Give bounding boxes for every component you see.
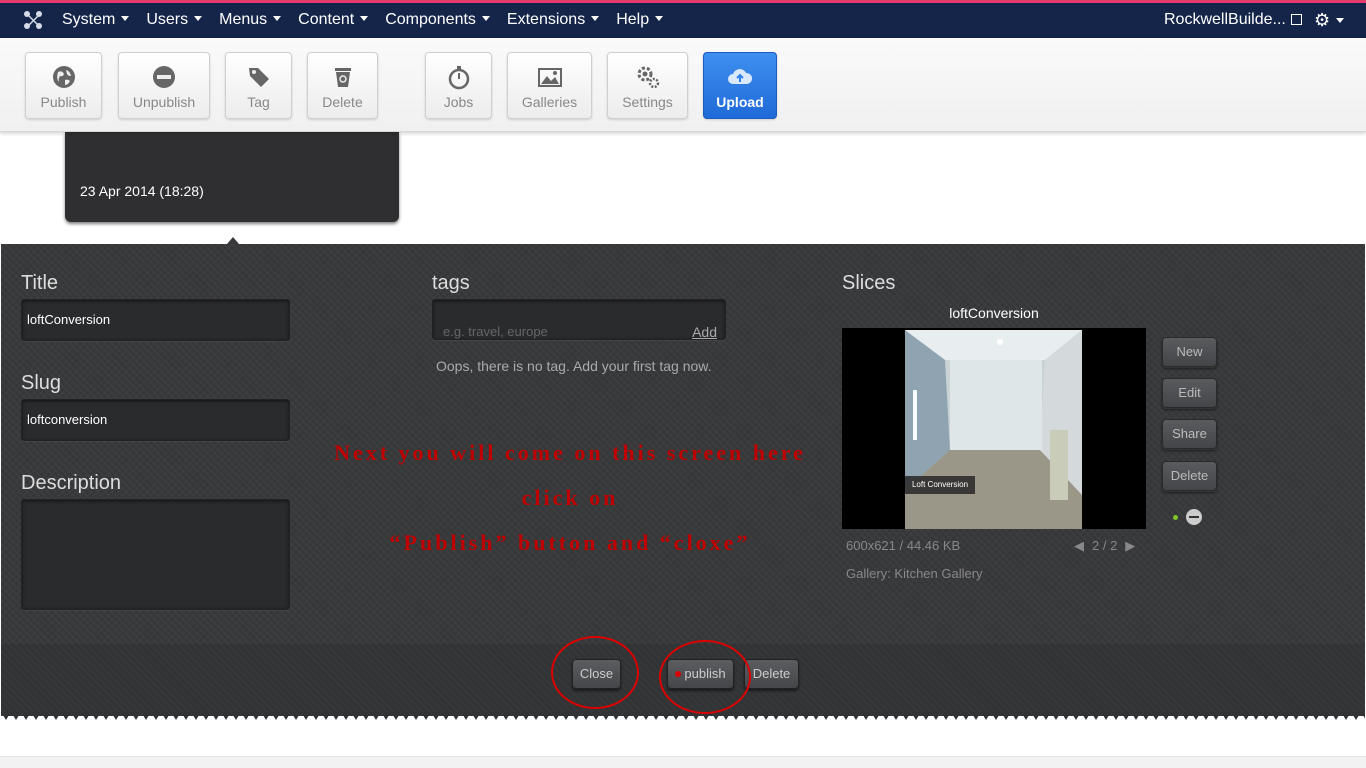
menu-help[interactable]: Help [616,11,664,29]
settings-button[interactable]: Settings [607,52,688,119]
menu-extensions[interactable]: Extensions [506,11,600,29]
title-input[interactable]: loftConversion [21,299,290,341]
external-link-icon [1290,14,1302,25]
bottom-strip [0,756,1366,768]
joomla-logo-icon[interactable] [22,9,44,31]
no-tag-message: Oops, there is no tag. Add your first ta… [436,358,712,374]
tags-input[interactable]: e.g. travel, europe Add [432,299,726,340]
title-label: Title [21,272,59,294]
site-link[interactable]: RockwellBuilde... [1164,11,1302,29]
menu-label: Users [146,11,189,28]
cloud-upload-icon [727,64,753,90]
instruction-line-2: “Publish” button and “cloxe” [389,530,751,555]
title-value: loftConversion [27,312,111,327]
menu-menus[interactable]: Menus [219,11,282,29]
menu-label: Extensions [506,11,586,28]
slice-preview[interactable]: Loft Conversion [842,328,1146,529]
caret-down-icon [273,16,282,21]
publish-button[interactable]: Publish [25,52,102,119]
remove-icon[interactable] [1186,509,1202,525]
slice-pager: ◀ 2 / 2 ▶ [1074,538,1135,554]
settings-label: Settings [622,94,673,110]
minus-circle-icon [151,64,177,90]
tags-placeholder: e.g. travel, europe [443,324,548,339]
page-indicator: 2 / 2 [1092,538,1118,553]
menu-label: Components [385,11,476,28]
trash-icon [330,64,356,90]
user-settings-menu[interactable]: ⚙ [1314,10,1345,31]
caret-down-icon [1336,18,1345,23]
tags-label: tags [432,272,470,294]
site-name: RockwellBuilde... [1164,11,1286,28]
caret-down-icon [655,16,664,21]
caret-down-icon [591,16,600,21]
pointer-arrow [227,237,239,244]
card-date: 23 Apr 2014 (18:28) [80,183,204,199]
caret-down-icon [194,16,203,21]
share-slice-button[interactable]: Share [1162,419,1217,449]
slug-value: loftconversion [27,412,108,427]
status-dot [1173,515,1178,520]
picture-icon [537,64,563,90]
unpublish-label: Unpublish [132,94,196,110]
gear-icon: ⚙ [1314,10,1331,30]
description-textarea[interactable] [21,499,290,610]
menu-label: Content [298,11,355,28]
menu-content[interactable]: Content [298,11,369,29]
delete-label: Delete [322,94,363,110]
tag-icon [246,64,272,90]
slice-meta: 600x621 / 44.46 KB [846,538,961,553]
jobs-label: Jobs [443,94,474,110]
delete-footer-button[interactable]: Delete [744,659,799,689]
upload-button[interactable]: Upload [703,52,777,119]
slug-label: Slug [21,372,62,394]
new-slice-button[interactable]: New [1162,337,1217,367]
description-label: Description [21,472,122,494]
annotation-circle-close [551,636,639,709]
galleries-button[interactable]: Galleries [507,52,592,119]
instruction-annotation: Next you will come on this screen here c… [320,430,820,565]
annotation-circle-publish [659,640,751,714]
menu-system[interactable]: System [62,11,130,29]
main-menu: System Users Menus Content Components Ex… [62,11,680,29]
publish-label: Publish [40,94,87,110]
menu-label: System [62,11,116,28]
top-navbar: System Users Menus Content Components Ex… [0,0,1366,38]
zigzag-edge [1,712,1365,722]
upload-label: Upload [716,94,764,110]
edit-slice-button[interactable]: Edit [1162,378,1217,408]
menu-label: Help [616,11,650,28]
prev-arrow-icon[interactable]: ◀ [1074,538,1084,553]
globe-icon [51,64,77,90]
slug-input[interactable]: loftconversion [21,399,290,441]
slice-name: loftConversion [949,305,1039,321]
jobs-button[interactable]: Jobs [425,52,492,119]
next-arrow-icon[interactable]: ▶ [1125,538,1135,553]
slice-image [905,330,1082,529]
toolbar: Publish Unpublish Tag Delete Jobs Galler… [0,38,1366,132]
tag-label: Tag [247,94,270,110]
unpublish-button[interactable]: Unpublish [118,52,210,119]
slider-card[interactable]: 23 Apr 2014 (18:28) [65,132,399,222]
delete-button[interactable]: Delete [307,52,378,119]
tag-button[interactable]: Tag [225,52,292,119]
image-caption: Loft Conversion [905,476,975,494]
gears-icon [635,64,661,90]
menu-components[interactable]: Components [385,11,490,29]
caret-down-icon [481,16,490,21]
menu-users[interactable]: Users [146,11,203,29]
galleries-label: Galleries [521,94,578,110]
slices-label: Slices [842,272,896,294]
gallery-name: Gallery: Kitchen Gallery [846,566,983,581]
caret-down-icon [360,16,369,21]
stopwatch-icon [446,64,472,90]
add-tag-link[interactable]: Add [692,312,717,352]
menu-label: Menus [219,11,268,28]
caret-down-icon [121,16,130,21]
instruction-line-1: Next you will come on this screen here c… [334,440,806,510]
delete-slice-button[interactable]: Delete [1162,461,1217,491]
